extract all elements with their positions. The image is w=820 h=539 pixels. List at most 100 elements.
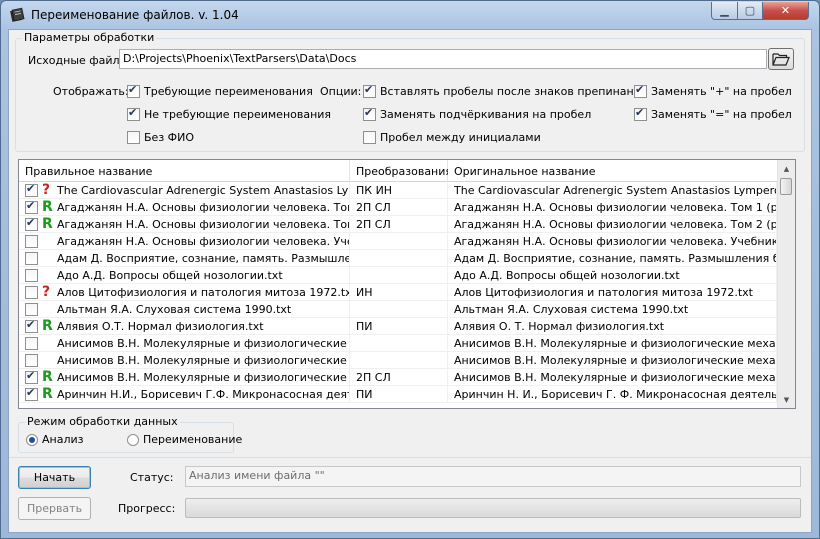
option-underscores-checkbox[interactable] <box>363 106 376 121</box>
row-checkbox[interactable] <box>25 235 38 248</box>
maximize-icon: ▢ <box>744 4 756 17</box>
table-row[interactable]: Анисимов В.Н. Молекулярные и физиологиче… <box>19 335 777 352</box>
progress-bar <box>185 498 801 518</box>
display-needs-rename-label: Требующие переименования <box>144 85 313 98</box>
row-checkbox[interactable] <box>25 303 38 316</box>
params-legend: Параметры обработки <box>22 31 157 44</box>
row-correct-name: Алявия О.Т. Нормал физиология.txt <box>57 320 264 333</box>
option-punct-spaces-checkbox[interactable] <box>363 83 376 98</box>
table-row[interactable]: Альтман Я.А. Слуховая система 1990.txt Ал… <box>19 301 777 318</box>
column-header-transforms[interactable]: Преобразования <box>350 160 452 182</box>
row-checkbox[interactable] <box>25 199 38 214</box>
row-transforms: ПК ИН <box>350 182 448 199</box>
mode-legend: Режим обработки данных <box>25 415 180 428</box>
scroll-up-arrow-icon[interactable]: ▲ <box>778 160 795 177</box>
row-transforms: ПИ <box>350 318 448 335</box>
table-row[interactable]: ? Алов Цитофизиология и патология митоза … <box>19 284 777 301</box>
cell-correct-name: ? Алов Цитофизиология и патология митоза … <box>19 284 350 301</box>
maximize-button[interactable]: ▢ <box>737 2 763 20</box>
option-plus-label: Заменять "+" на пробел <box>651 85 792 98</box>
start-button[interactable]: Начать <box>18 466 91 489</box>
row-original-name: The Cardiovascular Adrenergic System Ana… <box>448 182 777 199</box>
row-checkbox[interactable] <box>25 318 38 333</box>
row-transforms: 2П СЛ <box>350 216 448 233</box>
column-header-original-name[interactable]: Оригинальное название <box>448 160 779 182</box>
table-row[interactable]: R Агаджанян Н.А. Основы физиологии челове… <box>19 216 777 233</box>
row-original-name: Анисимов В.Н. Молекулярные и физиологиче… <box>448 369 777 386</box>
row-checkbox[interactable] <box>25 286 38 299</box>
table-row[interactable]: R Анисимов В.Н. Молекулярные и физиологич… <box>19 369 777 386</box>
cell-correct-name: Адам Д. Восприятие, сознание, память. Ра… <box>19 250 350 267</box>
close-icon: ✕ <box>780 4 791 17</box>
display-needs-rename-checkbox[interactable] <box>127 83 140 98</box>
row-correct-name: Аринчин Н.И., Борисевич Г.Ф. Микронасосн… <box>57 388 350 401</box>
row-transforms: ИН <box>350 284 448 301</box>
minimize-icon: ▁ <box>720 4 729 17</box>
cell-correct-name: R Анисимов В.Н. Молекулярные и физиологич… <box>19 369 350 386</box>
cell-correct-name: Агаджанян Н.А. Основы физиологии человек… <box>19 233 350 250</box>
cell-correct-name: R Аринчин Н.И., Борисевич Г.Ф. Микронасос… <box>19 386 350 403</box>
option-initials-space-label: Пробел между инициалами <box>380 131 541 144</box>
row-transforms: 2П СЛ <box>350 199 448 216</box>
table-row[interactable]: Адам Д. Восприятие, сознание, память. Ра… <box>19 250 777 267</box>
window-title: Переименование файлов. v. 1.04 <box>31 8 239 22</box>
option-plus-checkbox[interactable] <box>634 83 647 98</box>
row-checkbox[interactable] <box>25 252 38 265</box>
row-correct-name: Агаджанян Н.А. Основы физиологии человек… <box>57 201 350 214</box>
stop-button[interactable]: Прервать <box>18 497 91 520</box>
row-checkbox[interactable] <box>25 269 38 282</box>
close-button[interactable]: ✕ <box>762 2 809 20</box>
option-initials-space-checkbox[interactable] <box>363 131 376 144</box>
row-original-name: Агаджанян Н.А. Основы физиологии человек… <box>448 216 777 233</box>
option-equals-checkbox[interactable] <box>634 106 647 121</box>
column-header-correct-name[interactable]: Правильное название <box>19 160 350 182</box>
source-path-input[interactable]: D:\Projects\Phoenix\TextParsers\Data\Doc… <box>119 49 767 69</box>
display-no-fio-checkbox[interactable] <box>127 131 140 144</box>
table-row[interactable]: Анисимов В.Н. Молекулярные и физиологиче… <box>19 352 777 369</box>
list-vertical-scrollbar[interactable]: ▲ ▼ <box>777 160 795 408</box>
row-transforms <box>350 301 448 318</box>
row-checkbox[interactable] <box>25 354 38 367</box>
app-window: Переименование файлов. v. 1.04 ▁ ▢ ✕ Пар… <box>0 0 820 539</box>
cell-correct-name: Альтман Я.А. Слуховая система 1990.txt <box>19 301 350 318</box>
row-checkbox[interactable] <box>25 182 38 197</box>
mode-rename-radio[interactable] <box>127 434 139 446</box>
row-correct-name: Анисимов В.Н. Молекулярные и физиологиче… <box>57 371 350 384</box>
row-checkbox[interactable] <box>25 216 38 231</box>
row-correct-name: Адо А.Д. Вопросы общей нозологии.txt <box>57 269 283 282</box>
browse-folder-button[interactable] <box>768 48 794 70</box>
renamed-mark-icon: R <box>42 318 53 334</box>
table-row[interactable]: Адо А.Д. Вопросы общей нозологии.txt Адо … <box>19 267 777 284</box>
table-row[interactable]: R Алявия О.Т. Нормал физиология.txt ПИАляв… <box>19 318 777 335</box>
progress-label: Прогресс: <box>118 502 176 515</box>
row-checkbox[interactable] <box>25 369 38 384</box>
question-mark-icon: ? <box>42 284 51 300</box>
question-mark-icon: ? <box>42 182 51 198</box>
row-checkbox[interactable] <box>25 386 38 401</box>
row-original-name: Адо А.Д. Вопросы общей нозологии.txt <box>448 267 777 284</box>
row-original-name: Анисимов В.Н. Молекулярные и физиологиче… <box>448 352 777 369</box>
title-bar[interactable]: Переименование файлов. v. 1.04 ▁ ▢ ✕ <box>1 1 819 29</box>
mode-analysis-radio[interactable] <box>26 434 38 446</box>
display-no-rename-checkbox[interactable] <box>127 106 140 121</box>
scroll-thumb[interactable] <box>780 178 792 195</box>
display-label: Отображать: <box>53 85 129 98</box>
table-row[interactable]: Агаджанян Н.А. Основы физиологии человек… <box>19 233 777 250</box>
minimize-button[interactable]: ▁ <box>711 2 738 20</box>
row-original-name: Алов Цитофизиология и патология митоза 1… <box>448 284 777 301</box>
row-original-name: Агаджанян Н.А. Основы физиологии человек… <box>448 233 777 250</box>
cell-correct-name: Адо А.Д. Вопросы общей нозологии.txt <box>19 267 350 284</box>
row-original-name: Адам Д. Восприятие, сознание, память. Ра… <box>448 250 777 267</box>
scroll-down-arrow-icon[interactable]: ▼ <box>778 391 795 408</box>
cell-correct-name: Анисимов В.Н. Молекулярные и физиологиче… <box>19 335 350 352</box>
table-row[interactable]: R Аринчин Н.И., Борисевич Г.Ф. Микронасос… <box>19 386 777 403</box>
table-row[interactable]: ? The Cardiovascular Adrenergic System An… <box>19 182 777 199</box>
files-list[interactable]: Правильное название Преобразования Ориги… <box>18 159 796 409</box>
row-checkbox[interactable] <box>25 337 38 350</box>
row-correct-name: Алов Цитофизиология и патология митоза 1… <box>57 286 350 299</box>
table-row[interactable]: R Агаджанян Н.А. Основы физиологии челове… <box>19 199 777 216</box>
row-transforms <box>350 250 448 267</box>
options-label: Опции: <box>320 85 362 98</box>
row-transforms <box>350 233 448 250</box>
row-original-name: Агаджанян Н.А. Основы физиологии человек… <box>448 199 777 216</box>
